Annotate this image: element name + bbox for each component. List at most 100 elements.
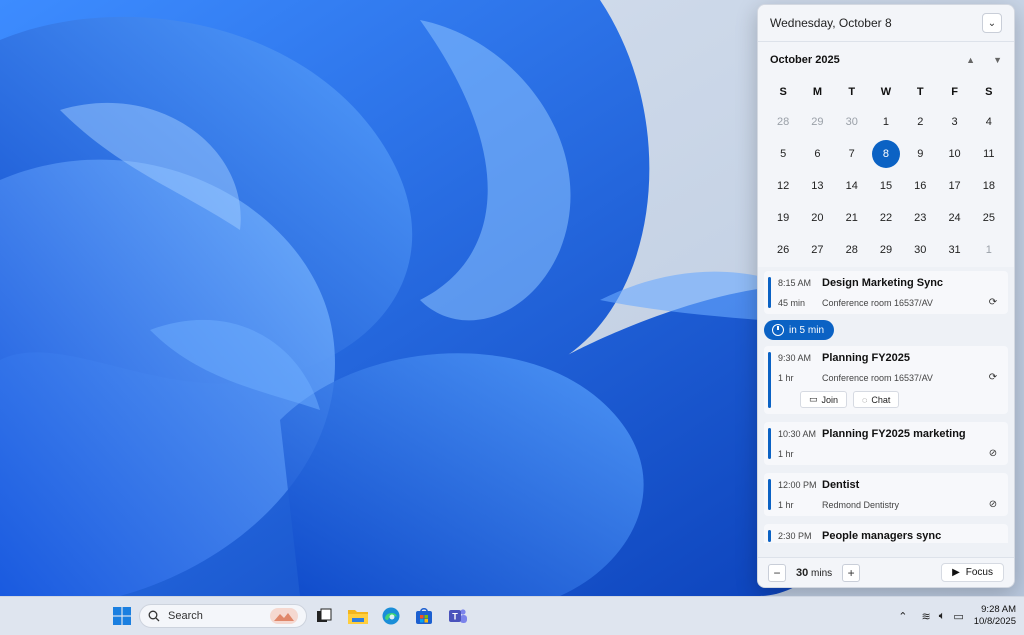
event-card[interactable]: 9:30 AM Planning FY2025 1 hr Conference … <box>764 346 1008 414</box>
calendar-day-number: 21 <box>845 212 858 224</box>
calendar-day-today[interactable]: 8 <box>869 138 903 170</box>
calendar: October 2025 ▲ ▼ S M T W T F S 28 29 30 1 2 3 4 5 6 7 8 9 1… <box>758 42 1014 267</box>
previous-month-icon[interactable]: ▲ <box>966 55 975 65</box>
calendar-day-number: 31 <box>948 244 961 256</box>
event-card[interactable]: 8:15 AM Design Marketing Sync 45 min Con… <box>764 271 1008 314</box>
chat-label: Chat <box>871 394 891 405</box>
teams-icon: T <box>449 609 467 623</box>
calendar-day[interactable]: 28 <box>835 234 869 266</box>
calendar-day[interactable]: 24 <box>937 202 971 234</box>
calendar-day[interactable]: 3 <box>937 106 971 138</box>
search-placeholder: Search <box>168 610 203 622</box>
calendar-day[interactable]: 12 <box>766 170 800 202</box>
calendar-day[interactable]: 17 <box>937 170 971 202</box>
calendar-day[interactable]: 29 <box>869 234 903 266</box>
event-card[interactable]: 2:30 PM People managers sync <box>764 524 1008 543</box>
wifi-icon[interactable]: ≋ <box>922 610 931 623</box>
calendar-day[interactable]: 11 <box>972 138 1006 170</box>
calendar-day-number: 11 <box>983 148 995 160</box>
task-view-button[interactable] <box>314 604 334 628</box>
calendar-day-number: 23 <box>914 212 927 224</box>
calendar-day[interactable]: 7 <box>835 138 869 170</box>
edge-browser-button[interactable] <box>380 604 402 628</box>
taskbar-search[interactable]: Search <box>139 604 307 628</box>
edge-icon <box>382 607 400 625</box>
decrease-minutes-button[interactable]: − <box>768 563 786 582</box>
event-color-bar <box>768 530 771 542</box>
calendar-day[interactable]: 29 <box>800 106 834 138</box>
event-time: 12:00 PM <box>778 480 817 490</box>
calendar-day[interactable]: 20 <box>800 202 834 234</box>
event-color-bar <box>768 428 771 459</box>
taskbar-clock[interactable]: 9:28 AM 10/8/2025 <box>974 604 1024 628</box>
calendar-day[interactable]: 1 <box>869 106 903 138</box>
event-card[interactable]: 12:00 PM Dentist 1 hr Redmond Dentistry … <box>764 473 1008 516</box>
recurring-icon: ⟳ <box>988 297 998 308</box>
calendar-day[interactable]: 1 <box>972 234 1006 266</box>
calendar-day-number: 13 <box>811 180 824 192</box>
calendar-day[interactable]: 31 <box>937 234 971 266</box>
calendar-flyout: Wednesday, October 8 ⌄ October 2025 ▲ ▼ … <box>757 4 1015 588</box>
calendar-day[interactable]: 5 <box>766 138 800 170</box>
file-explorer-button[interactable] <box>347 604 369 628</box>
calendar-day[interactable]: 15 <box>869 170 903 202</box>
calendar-day-number: 19 <box>777 212 790 224</box>
calendar-day[interactable]: 13 <box>800 170 834 202</box>
calendar-day[interactable]: 23 <box>903 202 937 234</box>
store-icon <box>416 608 432 624</box>
weekday-header: T <box>916 86 924 98</box>
event-title: Planning FY2025 <box>822 352 911 364</box>
calendar-day[interactable]: 21 <box>835 202 869 234</box>
calendar-day[interactable]: 9 <box>903 138 937 170</box>
chat-button[interactable]: ◌ Chat <box>853 391 900 408</box>
calendar-day[interactable]: 2 <box>903 106 937 138</box>
event-time: 9:30 AM <box>778 353 812 363</box>
event-duration: 1 hr <box>778 372 794 383</box>
calendar-day[interactable]: 16 <box>903 170 937 202</box>
next-month-icon[interactable]: ▼ <box>993 55 1002 65</box>
store-button[interactable] <box>413 604 435 628</box>
calendar-day[interactable]: 30 <box>835 106 869 138</box>
no-recurring-icon: ⊘ <box>988 499 998 510</box>
weekday-header: S <box>985 86 993 98</box>
flyout-header: Wednesday, October 8 ⌄ <box>758 5 1014 42</box>
play-icon: ▶ <box>952 567 960 578</box>
calendar-day[interactable]: 6 <box>800 138 834 170</box>
join-button[interactable]: ▭ Join <box>800 391 848 408</box>
calendar-day[interactable]: 14 <box>835 170 869 202</box>
weekday-header: F <box>951 86 958 98</box>
taskbar-time: 9:28 AM <box>981 604 1016 615</box>
calendar-day[interactable]: 19 <box>766 202 800 234</box>
taskbar: Search T ⌃ ≋ 🔈︎ ▭ 9:28 AM 10/8/2025 <box>0 596 1024 635</box>
event-time: 8:15 AM <box>778 278 812 288</box>
calendar-day[interactable]: 28 <box>766 106 800 138</box>
show-hidden-icons-icon[interactable]: ⌃ <box>898 610 907 623</box>
calendar-day-number: 22 <box>879 212 893 224</box>
start-button[interactable] <box>110 604 134 628</box>
focus-bar: − 30 mins + ▶ Focus <box>758 557 1014 587</box>
calendar-day[interactable]: 27 <box>800 234 834 266</box>
increase-minutes-button[interactable]: + <box>842 563 861 582</box>
battery-icon[interactable]: ▭ <box>953 610 963 623</box>
recurring-icon: ⟳ <box>988 372 998 383</box>
volume-icon[interactable]: 🔈︎ <box>939 610 946 623</box>
calendar-day[interactable]: 18 <box>972 170 1006 202</box>
weekday-header: W <box>880 86 892 98</box>
calendar-day[interactable]: 10 <box>937 138 971 170</box>
teams-button[interactable]: T <box>447 604 469 628</box>
calendar-day-number: 17 <box>948 180 961 192</box>
calendar-day-number: 12 <box>777 180 790 192</box>
event-card[interactable]: 10:30 AM Planning FY2025 marketing 1 hr … <box>764 422 1008 465</box>
calendar-day[interactable]: 22 <box>869 202 903 234</box>
calendar-day[interactable]: 4 <box>972 106 1006 138</box>
calendar-day[interactable]: 30 <box>903 234 937 266</box>
calendar-day[interactable]: 25 <box>972 202 1006 234</box>
starting-soon-badge: in 5 min <box>764 320 835 340</box>
collapse-calendar-button[interactable]: ⌄ <box>982 13 1002 33</box>
calendar-day[interactable]: 26 <box>766 234 800 266</box>
plus-icon: + <box>847 565 855 580</box>
calendar-day-number: 7 <box>848 148 855 160</box>
event-location: Redmond Dentistry <box>822 499 900 510</box>
event-duration: 45 min <box>778 297 806 308</box>
focus-button[interactable]: ▶ Focus <box>941 563 1004 582</box>
